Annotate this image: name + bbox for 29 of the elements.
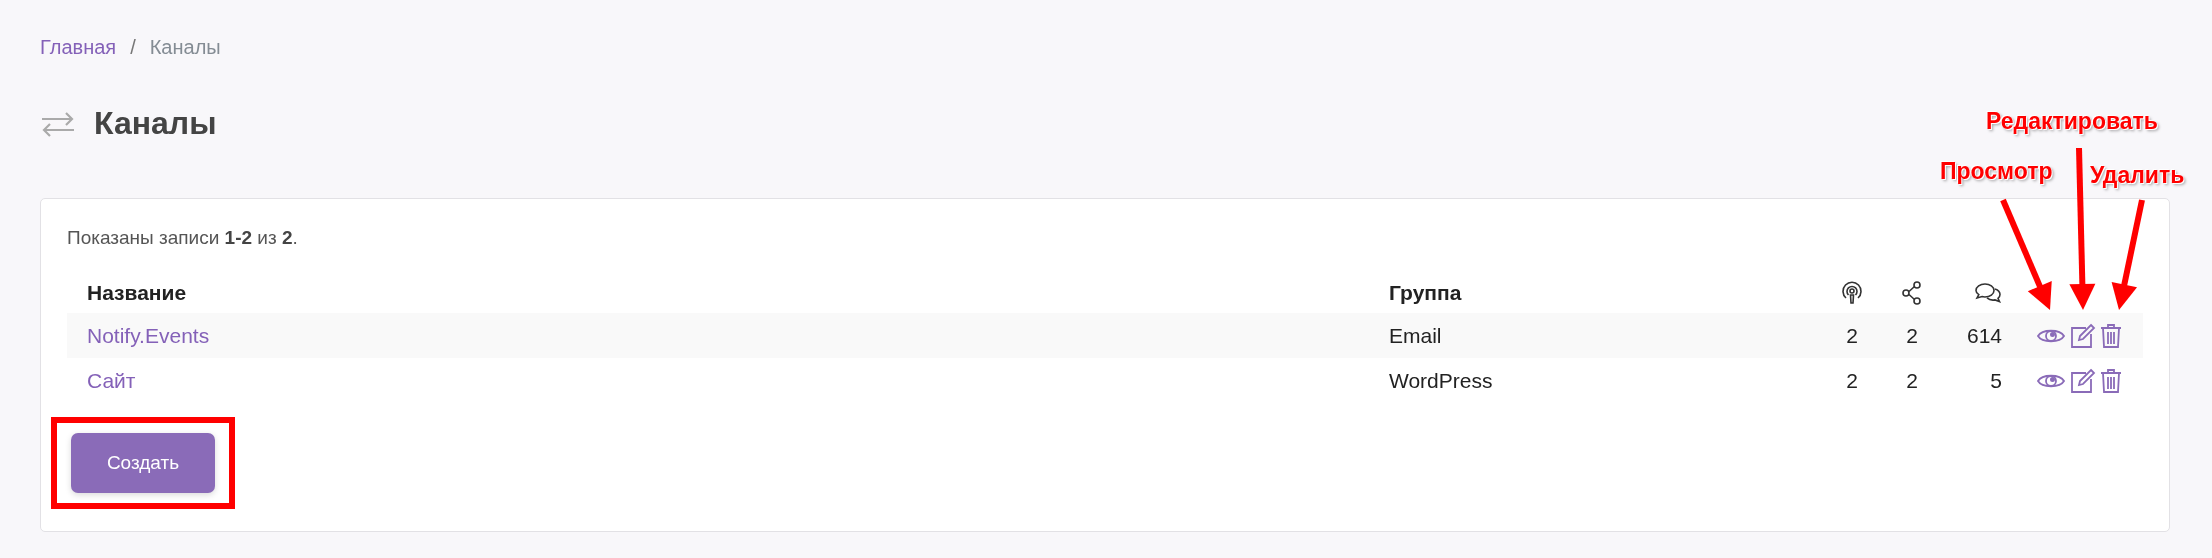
annotation-label: Редактировать bbox=[1986, 108, 2158, 135]
comments-icon bbox=[1974, 282, 2002, 304]
channel-link[interactable]: Notify.Events bbox=[87, 323, 210, 348]
table-cell: 2 bbox=[1906, 323, 1918, 348]
edit-icon[interactable] bbox=[2070, 367, 2096, 394]
delete-icon[interactable] bbox=[2100, 367, 2122, 394]
column-header: Название bbox=[87, 281, 187, 305]
table-cell: WordPress bbox=[1389, 368, 1493, 393]
breadcrumb-separator: / bbox=[130, 36, 136, 59]
annotation-label: Просмотр bbox=[1940, 158, 2053, 185]
column-header: Группа bbox=[1389, 281, 1462, 305]
table-cell: 2 bbox=[1846, 323, 1858, 348]
page-title: Каналы bbox=[94, 105, 217, 142]
share-icon bbox=[1901, 281, 1923, 305]
table-cell: 2 bbox=[1906, 368, 1918, 393]
annotation-label: Удалить bbox=[2090, 162, 2185, 189]
channel-link[interactable]: Сайт bbox=[87, 368, 136, 393]
table-cell: Email bbox=[1389, 323, 1442, 348]
table-cell: 5 bbox=[1990, 368, 2002, 393]
podcast-icon bbox=[1841, 281, 1863, 305]
create-button[interactable]: Создать bbox=[71, 433, 215, 493]
edit-icon[interactable] bbox=[2070, 322, 2096, 349]
breadcrumb-current: Каналы bbox=[149, 36, 221, 59]
table-cell: 614 bbox=[1966, 323, 2002, 348]
swap-arrows-icon bbox=[40, 110, 76, 137]
records-summary: Показаны записи 1-2 из 2. bbox=[67, 227, 299, 249]
table-cell: 2 bbox=[1846, 368, 1858, 393]
delete-icon[interactable] bbox=[2100, 322, 2122, 349]
breadcrumb-link[interactable]: Главная bbox=[40, 36, 117, 59]
